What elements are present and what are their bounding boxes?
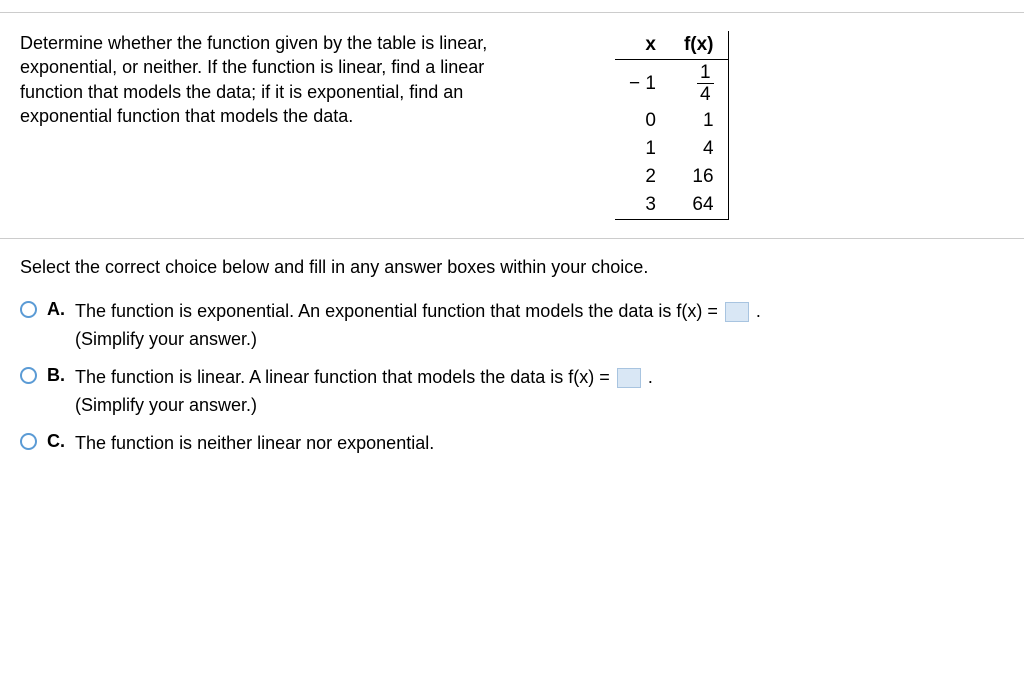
- radio-b[interactable]: [20, 367, 37, 384]
- choice-b-text2: .: [643, 367, 653, 387]
- fraction: 1 4: [697, 63, 714, 104]
- answer-box-a[interactable]: [725, 302, 749, 322]
- question-text: Determine whether the function given by …: [20, 31, 565, 220]
- page-container: Determine whether the function given by …: [0, 12, 1024, 457]
- table-row: 0 1: [615, 107, 728, 135]
- cell-x: 2: [615, 163, 670, 191]
- choice-a-hint: (Simplify your answer.): [75, 329, 257, 349]
- fraction-den: 4: [697, 84, 714, 104]
- table-header-row: x f(x): [615, 31, 728, 60]
- choices: A. The function is exponential. An expon…: [0, 284, 1024, 457]
- choice-text-c: The function is neither linear nor expon…: [75, 430, 1004, 458]
- answer-box-b[interactable]: [617, 368, 641, 388]
- table-row: 2 16: [615, 163, 728, 191]
- cell-fx: 16: [670, 163, 728, 191]
- choice-label-c: C.: [47, 430, 75, 452]
- cell-fx: 1: [670, 107, 728, 135]
- table-row: − 1 1 4: [615, 60, 728, 108]
- table-row: 1 4: [615, 135, 728, 163]
- cell-fx: 1 4: [670, 60, 728, 108]
- choice-label-b: B.: [47, 364, 75, 386]
- choice-text-a: The function is exponential. An exponent…: [75, 298, 1004, 354]
- top-section: Determine whether the function given by …: [0, 13, 1024, 230]
- radio-a[interactable]: [20, 301, 37, 318]
- table-row: 3 64: [615, 191, 728, 220]
- cell-x: 0: [615, 107, 670, 135]
- choice-text-b: The function is linear. A linear functio…: [75, 364, 1004, 420]
- cell-x: 3: [615, 191, 670, 220]
- choice-c: C. The function is neither linear nor ex…: [20, 430, 1004, 458]
- choice-a-text2: .: [751, 301, 761, 321]
- cell-fx: 64: [670, 191, 728, 220]
- data-table: x f(x) − 1 1 4 0 1 1: [615, 31, 729, 220]
- choice-b: B. The function is linear. A linear func…: [20, 364, 1004, 420]
- header-fx: f(x): [670, 31, 728, 60]
- data-table-wrap: x f(x) − 1 1 4 0 1 1: [565, 31, 729, 220]
- choice-label-a: A.: [47, 298, 75, 320]
- header-x: x: [615, 31, 670, 60]
- cell-x: − 1: [615, 60, 670, 108]
- radio-c[interactable]: [20, 433, 37, 450]
- choice-a: A. The function is exponential. An expon…: [20, 298, 1004, 354]
- choice-b-text1: The function is linear. A linear functio…: [75, 367, 615, 387]
- choice-b-hint: (Simplify your answer.): [75, 395, 257, 415]
- cell-x: 1: [615, 135, 670, 163]
- fraction-num: 1: [697, 63, 714, 84]
- choice-c-text: The function is neither linear nor expon…: [75, 433, 434, 453]
- choice-a-text1: The function is exponential. An exponent…: [75, 301, 723, 321]
- instruction-text: Select the correct choice below and fill…: [0, 239, 1024, 284]
- cell-fx: 4: [670, 135, 728, 163]
